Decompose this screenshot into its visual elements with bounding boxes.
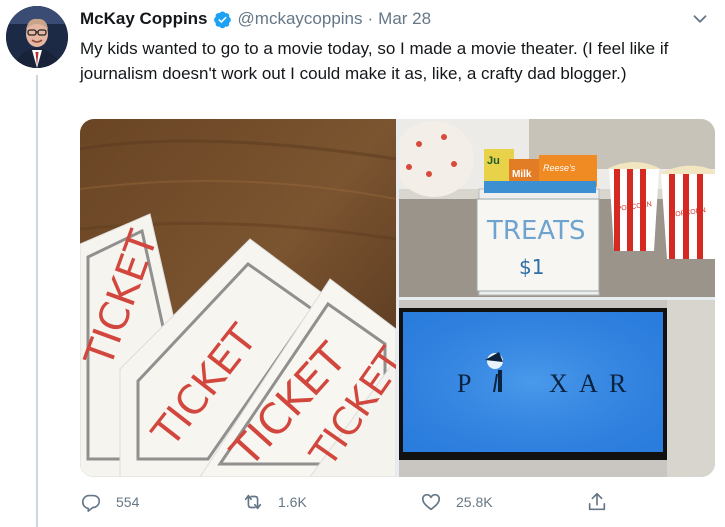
reply-icon — [81, 494, 101, 512]
share-icon — [588, 492, 606, 511]
like-button[interactable]: 25.8K — [420, 487, 493, 517]
reply-count: 554 — [116, 494, 140, 510]
photo-tickets[interactable]: TICKET TICKET TICKET TICKET — [80, 119, 396, 477]
avatar[interactable] — [6, 6, 68, 68]
retweet-button[interactable]: 1.6K — [242, 487, 307, 517]
pixar-letter-a: A — [579, 369, 598, 398]
treats-sign-title: TREATS — [486, 216, 586, 246]
photo-pixar-screen[interactable]: P X A R — [399, 300, 715, 477]
like-count: 25.8K — [456, 494, 493, 510]
thread-connector-line — [36, 75, 38, 527]
pixar-letter-p: P — [457, 369, 471, 398]
chevron-down-icon[interactable] — [689, 8, 711, 30]
retweet-icon — [244, 494, 262, 510]
like-icon — [421, 493, 441, 511]
share-button[interactable] — [586, 487, 608, 517]
retweet-count: 1.6K — [278, 494, 307, 510]
author-handle[interactable]: @mckaycoppins — [238, 9, 363, 29]
candy-label-2: Milk — [512, 169, 532, 180]
photo-treats[interactable]: Ju Milk Reese's TREATS $1 POPCORN POPCOR… — [399, 119, 715, 297]
tweet-text: My kids wanted to go to a movie today, s… — [80, 39, 674, 83]
treats-sign-price: $1 — [519, 255, 544, 279]
tweet-actions: 554 1.6K 25.8K — [80, 487, 715, 517]
verified-badge-icon — [213, 10, 232, 29]
tweet-date[interactable]: Mar 28 — [378, 9, 431, 29]
reply-button[interactable]: 554 — [80, 487, 139, 517]
pixar-letter-x: X — [549, 369, 568, 398]
author-name[interactable]: McKay Coppins — [80, 9, 208, 29]
pixar-letter-r: R — [609, 369, 627, 398]
media-grid: TICKET TICKET TICKET TICKET Ju Milk Rees… — [80, 119, 715, 477]
candy-label-3: Ju — [487, 155, 500, 167]
header-separator: · — [367, 9, 374, 28]
tweet-header: McKay Coppins @mckaycoppins · Mar 28 — [80, 6, 431, 32]
candy-label-1: Reese's — [543, 163, 576, 173]
